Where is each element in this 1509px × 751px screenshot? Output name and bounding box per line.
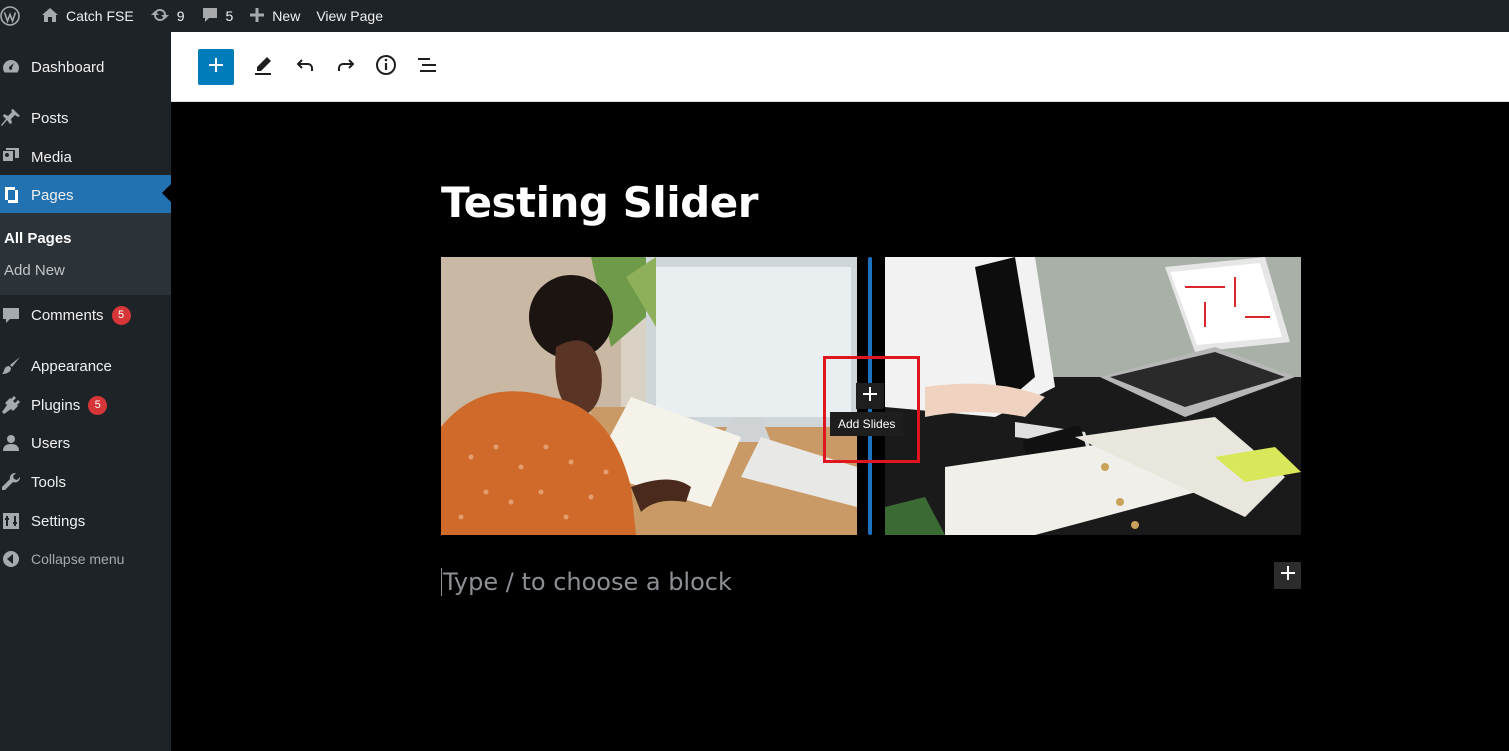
block-appender-placeholder[interactable]: Type / to choose a block (441, 568, 732, 596)
sidebar-item-pages[interactable]: Pages (0, 175, 171, 215)
slide-image-2[interactable] (885, 257, 1301, 535)
undo-icon (294, 54, 316, 81)
new-label: New (272, 8, 301, 24)
sidebar-item-media[interactable]: Media (0, 139, 171, 175)
pages-icon (0, 184, 22, 206)
comments-count: 5 (225, 8, 234, 24)
block-inserter-button[interactable] (198, 49, 234, 85)
sidebar-item-label: Comments (31, 306, 104, 324)
submenu-all-pages[interactable]: All Pages (4, 230, 72, 247)
sidebar-item-label: Pages (31, 186, 74, 204)
tools-edit-button[interactable] (245, 49, 281, 85)
plus-icon (249, 7, 272, 26)
comments-link[interactable]: 5 (193, 0, 242, 32)
sidebar-item-label: Media (31, 148, 72, 166)
user-icon (0, 432, 22, 454)
highlight-annotation-box (823, 356, 920, 463)
updates-count: 9 (176, 8, 185, 24)
sidebar-item-label: Dashboard (31, 58, 105, 76)
admin-sidebar: Dashboard Posts Media Pages All Pages Ad… (0, 32, 171, 751)
view-page-label: View Page (316, 8, 383, 24)
sidebar-item-appearance[interactable]: Appearance (0, 348, 171, 384)
info-icon (374, 53, 398, 82)
wordpress-logo-icon[interactable] (0, 0, 33, 32)
submenu-add-new[interactable]: Add New (4, 262, 65, 279)
sidebar-item-label: Settings (31, 512, 86, 530)
sidebar-item-label: Plugins (31, 396, 81, 414)
plus-icon (1280, 565, 1296, 586)
media-icon (0, 146, 22, 168)
comment-icon (201, 7, 226, 26)
redo-icon (335, 54, 357, 81)
updates-link[interactable]: 9 (142, 0, 193, 32)
sidebar-item-plugins[interactable]: Plugins 5 (0, 387, 171, 423)
wrench-icon (0, 471, 22, 493)
sidebar-item-label: Users (31, 434, 71, 452)
updates-icon (150, 7, 177, 26)
collapse-label: Collapse menu (31, 551, 125, 567)
new-content-link[interactable]: New (241, 0, 308, 32)
sidebar-item-comments[interactable]: Comments 5 (0, 297, 171, 333)
view-page-link[interactable]: View Page (308, 0, 391, 32)
admin-bar: Catch FSE 9 5 New View Page (0, 0, 1509, 32)
sidebar-item-settings[interactable]: Settings (0, 503, 171, 539)
pin-icon (0, 107, 22, 129)
site-name: Catch FSE (66, 8, 134, 24)
plus-icon (207, 56, 225, 79)
collapse-menu-button[interactable]: Collapse menu (0, 541, 171, 577)
editor-canvas: Testing Slider Add Slides Type / to choo… (171, 102, 1509, 751)
inline-block-inserter-button[interactable] (1274, 562, 1301, 589)
page-title[interactable]: Testing Slider (441, 178, 758, 227)
brush-icon (0, 355, 22, 377)
redo-button[interactable] (328, 49, 364, 85)
sidebar-item-label: Posts (31, 109, 69, 127)
collapse-arrow-icon (0, 548, 22, 570)
sidebar-item-label: Tools (31, 473, 67, 491)
pages-submenu: All Pages Add New (0, 213, 171, 295)
editor-toolbar (171, 32, 1509, 102)
sidebar-item-posts[interactable]: Posts (0, 100, 171, 136)
undo-button[interactable] (287, 49, 323, 85)
plugin-icon (0, 394, 22, 416)
comments-badge: 5 (111, 305, 131, 325)
list-view-button[interactable] (409, 49, 445, 85)
dashboard-icon (0, 56, 22, 78)
site-name-link[interactable]: Catch FSE (33, 0, 142, 32)
comment-icon (0, 304, 22, 326)
slide-image-1[interactable] (441, 257, 857, 535)
list-view-icon (415, 53, 439, 82)
sidebar-item-dashboard[interactable]: Dashboard (0, 49, 171, 85)
pencil-icon (252, 54, 274, 81)
sidebar-item-users[interactable]: Users (0, 425, 171, 461)
plugins-badge: 5 (88, 395, 108, 415)
home-icon (41, 7, 66, 26)
settings-icon (0, 510, 22, 532)
sidebar-item-label: Appearance (31, 357, 112, 375)
sidebar-item-tools[interactable]: Tools (0, 464, 171, 500)
details-button[interactable] (368, 49, 404, 85)
